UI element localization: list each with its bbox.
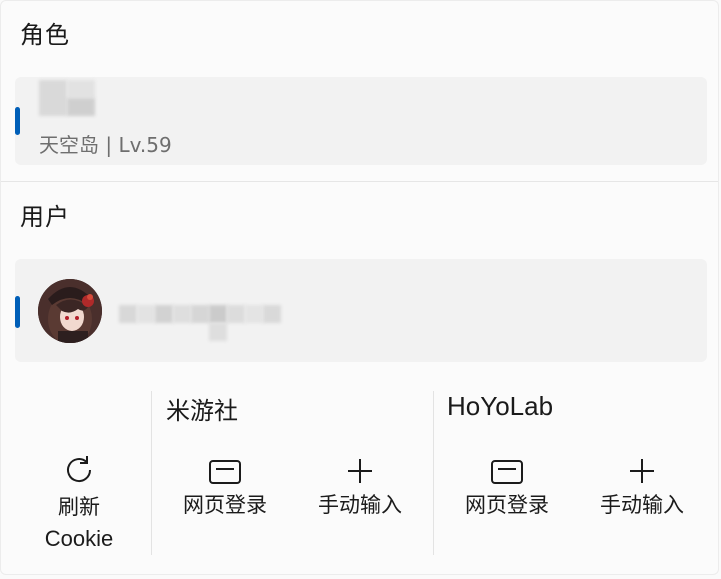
role-section-title: 角色 <box>20 21 70 49</box>
plus-icon <box>630 459 654 483</box>
browser-window-icon <box>491 460 523 484</box>
user-avatar <box>38 279 102 343</box>
user-card[interactable] <box>15 259 707 362</box>
hoyolab-web-login-label: 网页登录 <box>465 493 549 517</box>
hoyolab-web-login-button[interactable]: 网页登录 <box>455 457 559 521</box>
refresh-label-line2: Cookie <box>44 526 114 551</box>
user-card-selection-indicator <box>15 296 20 328</box>
user-name-redacted <box>119 305 281 341</box>
section-divider <box>1 181 718 182</box>
actions-separator-2 <box>433 391 434 555</box>
role-name-redacted <box>39 80 95 116</box>
miyoushe-group-title: 米游社 <box>166 397 238 425</box>
miyoushe-manual-input-label: 手动输入 <box>318 493 402 517</box>
plus-icon <box>348 459 372 483</box>
miyoushe-web-login-label: 网页登录 <box>183 493 267 517</box>
user-section-title: 用户 <box>20 203 70 231</box>
hoyolab-manual-input-button[interactable]: 手动输入 <box>589 455 695 521</box>
browser-window-icon <box>209 460 241 484</box>
refresh-icon <box>67 456 92 483</box>
account-panel: 角色 天空岛 | Lv.59 用户 刷新 Cookie 米游社 网页登录 手动输… <box>0 0 719 575</box>
refresh-label-line1: 刷新 <box>58 495 100 519</box>
role-card-selection-indicator <box>15 107 20 135</box>
miyoushe-manual-input-button[interactable]: 手动输入 <box>307 455 413 521</box>
role-card[interactable]: 天空岛 | Lv.59 <box>15 77 707 165</box>
actions-separator-1 <box>151 391 152 555</box>
role-server-level: 天空岛 | Lv.59 <box>39 133 172 157</box>
hoyolab-manual-input-label: 手动输入 <box>600 493 684 517</box>
miyoushe-web-login-button[interactable]: 网页登录 <box>173 457 277 521</box>
refresh-cookie-button[interactable]: 刷新 Cookie <box>31 453 127 555</box>
hoyolab-group-title: HoYoLab <box>447 391 554 421</box>
